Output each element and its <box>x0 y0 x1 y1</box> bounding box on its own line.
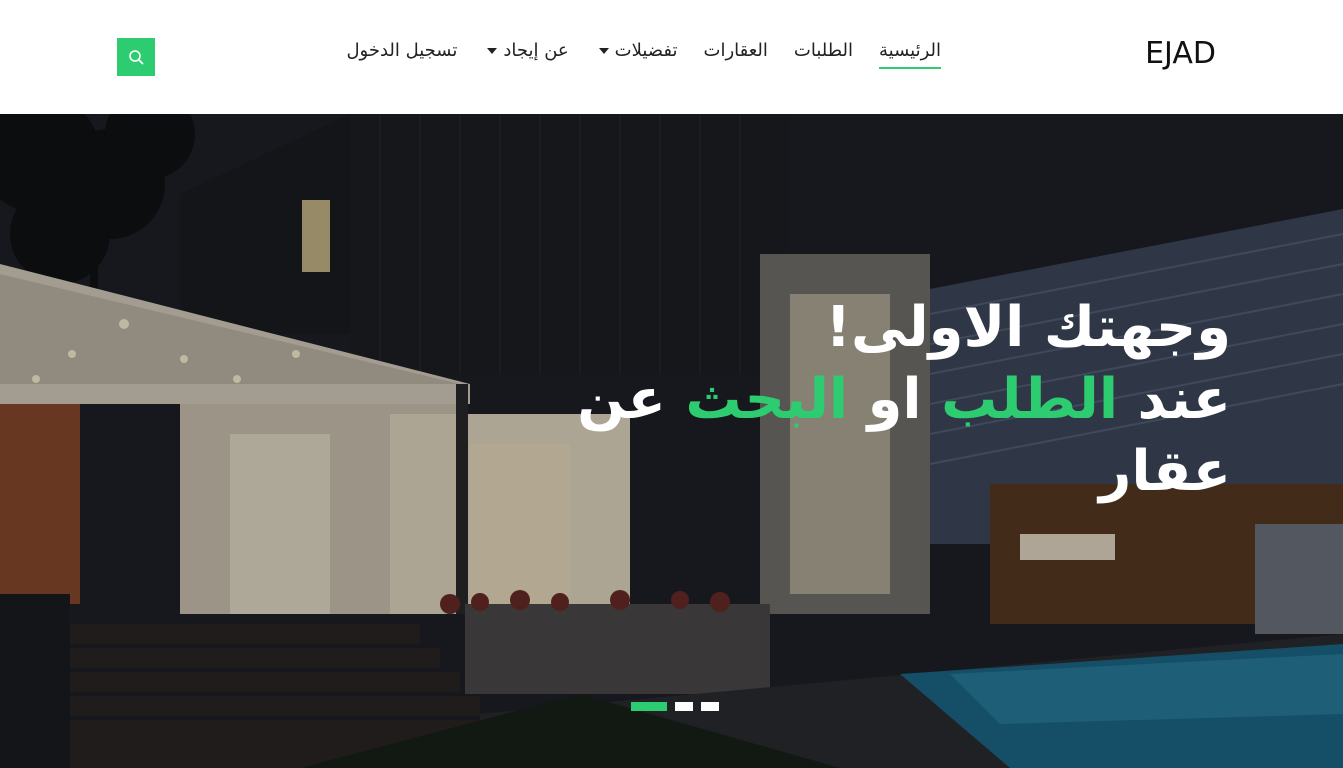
hero-line-2: عند الطلب او البحث عن <box>577 364 1231 436</box>
slider-dot-2[interactable] <box>675 702 693 711</box>
nav-item-label: الرئيسية <box>879 40 941 61</box>
caret-down-icon <box>487 48 498 54</box>
hero-banner: وجهتك الاولى! عند الطلب او البحث عن عقار <box>0 114 1343 768</box>
hero-word: عند <box>1137 367 1231 432</box>
nav-item-label: العقارات <box>703 40 768 61</box>
nav-item-label: الطلبات <box>793 40 853 61</box>
slider-indicators <box>631 702 719 711</box>
nav-item-label: عن إيجاد <box>503 40 569 61</box>
nav-item-about[interactable]: عن إيجاد <box>483 40 569 67</box>
slider-dot-3[interactable] <box>701 702 719 711</box>
nav-item-properties[interactable]: العقارات <box>704 40 768 67</box>
nav-item-requests[interactable]: الطلبات <box>794 40 853 67</box>
nav-item-login[interactable]: تسجيل الدخول <box>346 40 457 67</box>
nav-item-preferences[interactable]: تفضيلات <box>595 40 678 67</box>
search-icon <box>129 50 144 65</box>
hero-word-highlight: الطلب <box>941 367 1119 432</box>
nav-item-home[interactable]: الرئيسية <box>879 40 941 69</box>
nav-item-label: تسجيل الدخول <box>346 40 458 61</box>
logo[interactable]: EJAD <box>1145 36 1216 71</box>
nav-item-label: تفضيلات <box>614 40 678 61</box>
caret-down-icon <box>598 48 609 54</box>
hero-line-1: وجهتك الاولى! <box>825 295 1231 360</box>
hero-word-highlight: البحث <box>685 367 849 432</box>
main-nav: الرئيسية الطلبات العقارات تفضيلات عن إيج… <box>346 40 941 70</box>
slider-dot-1[interactable] <box>631 702 667 711</box>
search-button[interactable] <box>117 38 155 76</box>
hero-word: عن <box>577 367 666 432</box>
hero-line-3: عقار <box>1099 439 1231 504</box>
site-header: EJAD الرئيسية الطلبات العقارات تفضيلات ع… <box>0 0 1343 114</box>
hero-word: او <box>867 367 922 432</box>
hero-headline: وجهتك الاولى! عند الطلب او البحث عن عقار <box>577 292 1231 508</box>
